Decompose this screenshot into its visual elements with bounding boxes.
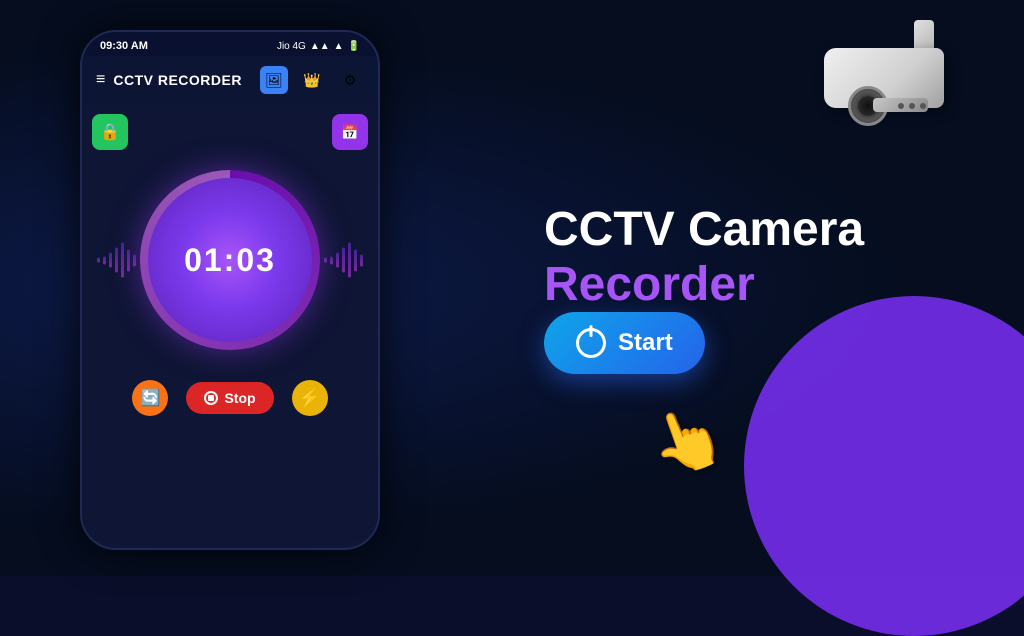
timer-display: 01:03 bbox=[184, 242, 276, 279]
stop-label: Stop bbox=[224, 390, 255, 406]
bottom-controls: 🔄 Stop ⚡ bbox=[92, 380, 368, 416]
carrier-label: Jio 4G bbox=[277, 41, 306, 52]
heading-purple-text: Recorder bbox=[544, 258, 755, 311]
timer-circle: 01:03 bbox=[140, 170, 320, 350]
flash-button[interactable]: ⚡ bbox=[292, 380, 328, 416]
status-bar: 09:30 AM Jio 4G ▲▲ ▲ 🔋 bbox=[82, 32, 378, 56]
gallery-button[interactable]: 🖼 bbox=[260, 66, 288, 94]
gallery-icon: 🖼 bbox=[265, 72, 283, 89]
crown-icon: 👑 bbox=[303, 72, 320, 89]
hand-cursor-decoration: 👆 bbox=[639, 394, 733, 486]
signal-icon: ▲▲ bbox=[310, 41, 330, 52]
hamburger-icon[interactable]: ≡ bbox=[96, 72, 105, 88]
heading-line2: Recorder bbox=[544, 257, 964, 312]
heading-white-text: CCTV Camera bbox=[544, 203, 864, 256]
power-icon bbox=[576, 328, 606, 358]
battery-icon: 🔋 bbox=[348, 41, 360, 52]
app-header: ≡ CCTV RECORDER 🖼 👑 ⚙ bbox=[82, 56, 378, 104]
wifi-icon: ▲ bbox=[334, 41, 344, 52]
start-button[interactable]: Start bbox=[544, 312, 705, 374]
app-title-group: ≡ CCTV RECORDER bbox=[96, 72, 242, 88]
settings-button[interactable]: ⚙ bbox=[336, 66, 364, 94]
schedule-icon: 📅 bbox=[341, 124, 358, 141]
camera-lock-button[interactable]: 🔒 bbox=[92, 114, 128, 150]
stop-button[interactable]: Stop bbox=[186, 382, 273, 414]
crown-button[interactable]: 👑 bbox=[298, 66, 326, 94]
rotate-button[interactable]: 🔄 bbox=[132, 380, 168, 416]
phone-body: 🔒 📅 01:03 bbox=[82, 104, 378, 540]
lock-icon: 🔒 bbox=[100, 122, 120, 142]
sound-wave-left bbox=[97, 243, 136, 278]
phone-mockup: 09:30 AM Jio 4G ▲▲ ▲ 🔋 ≡ CCTV RECORDER 🖼… bbox=[80, 30, 380, 550]
sound-wave-right bbox=[324, 243, 363, 278]
heading-line1: CCTV Camera bbox=[544, 202, 964, 257]
status-icons: Jio 4G ▲▲ ▲ 🔋 bbox=[277, 41, 360, 52]
schedule-button[interactable]: 📅 bbox=[332, 114, 368, 150]
app-title: CCTV RECORDER bbox=[113, 72, 242, 88]
status-time: 09:30 AM bbox=[100, 40, 148, 52]
start-label: Start bbox=[618, 329, 673, 357]
lightning-icon: ⚡ bbox=[298, 388, 320, 409]
rotate-icon: 🔄 bbox=[140, 388, 160, 408]
settings-icon: ⚙ bbox=[344, 72, 357, 89]
header-icons: 🖼 👑 ⚙ bbox=[260, 66, 364, 94]
timer-inner: 01:03 bbox=[148, 178, 312, 342]
top-actions: 🔒 📅 bbox=[92, 114, 368, 150]
right-content: CCTV Camera Recorder Start 👆 bbox=[484, 0, 984, 576]
timer-area: 01:03 bbox=[92, 170, 368, 350]
stop-icon bbox=[204, 391, 218, 405]
